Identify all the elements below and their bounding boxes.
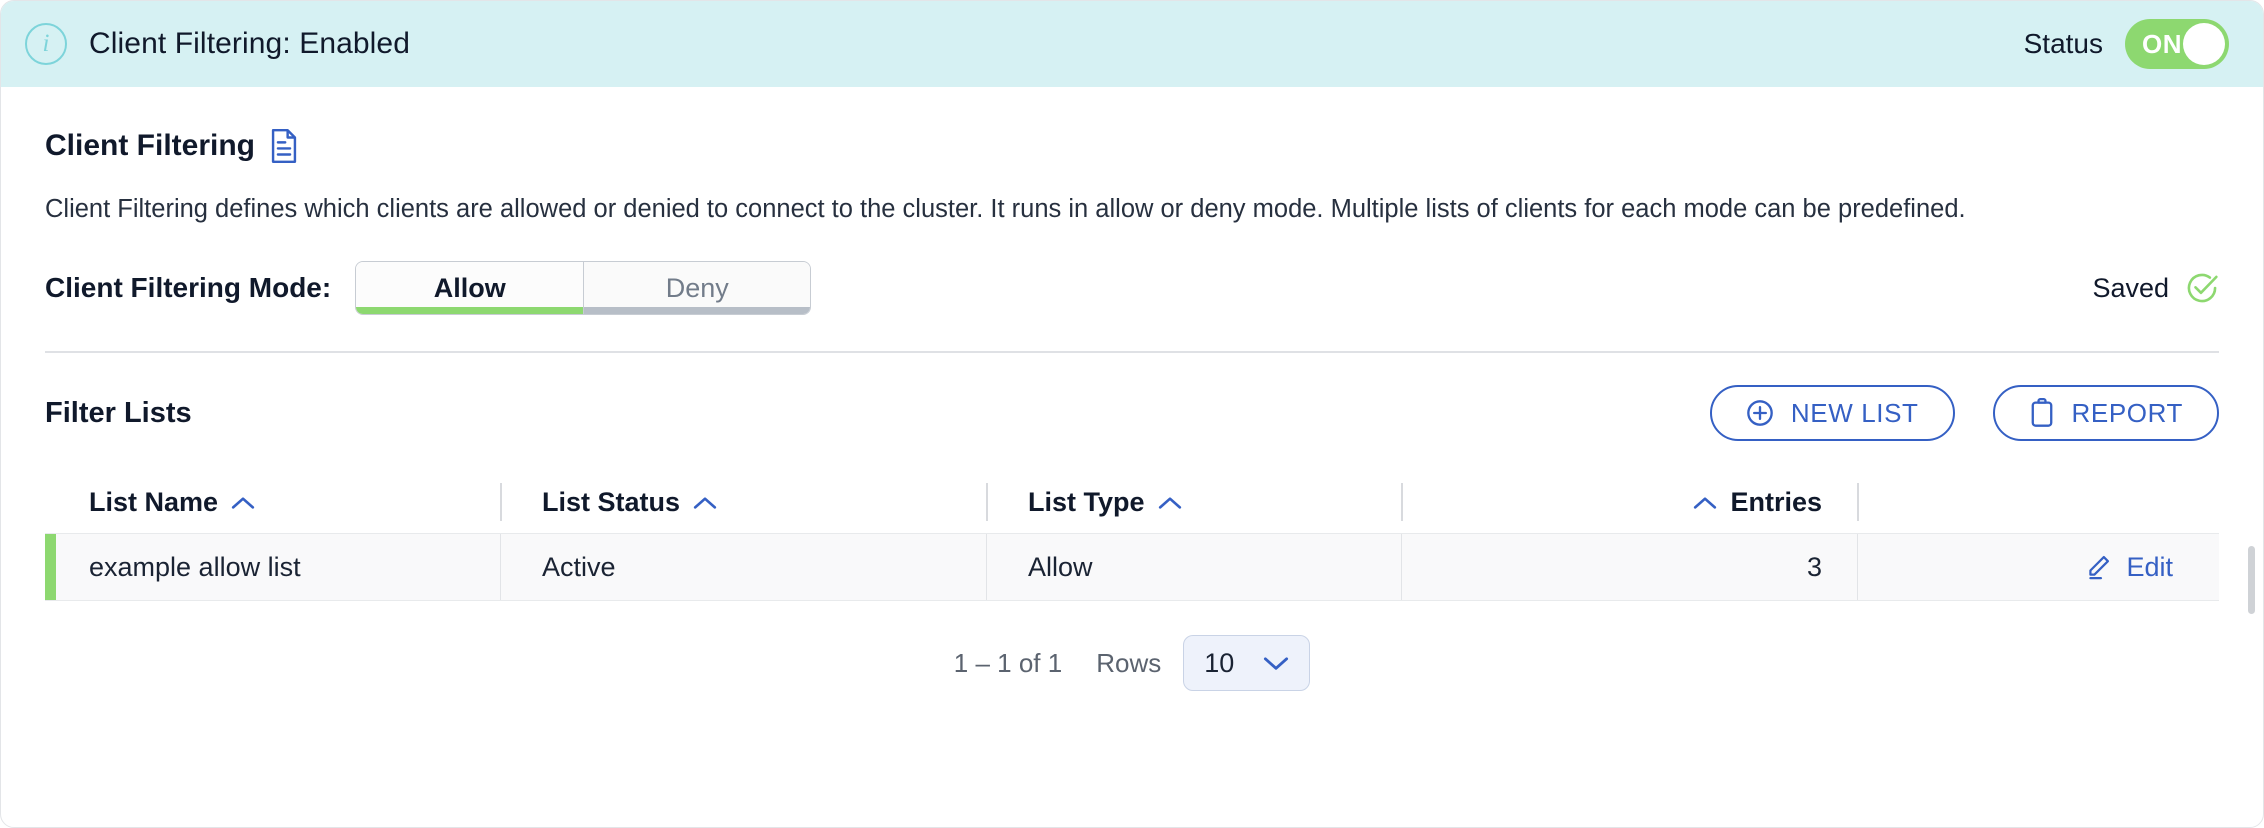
cell-separator [1401, 534, 1402, 600]
info-circle-icon: i [25, 23, 67, 65]
column-header-list-status[interactable]: List Status [500, 471, 986, 533]
column-header-list-type[interactable]: List Type [986, 471, 1401, 533]
column-header-entries[interactable]: Entries [1401, 471, 1857, 533]
vertical-scrollbar[interactable] [2248, 546, 2255, 614]
edit-label: Edit [2126, 552, 2173, 583]
column-label: Entries [1730, 487, 1822, 518]
pencil-icon [2084, 553, 2112, 581]
column-label: List Type [1028, 487, 1145, 518]
chevron-down-icon [1263, 655, 1289, 671]
cell-list-type: Allow [986, 534, 1401, 600]
document-icon[interactable] [269, 129, 299, 163]
filter-lists-title: Filter Lists [45, 397, 192, 430]
report-button[interactable]: REPORT [1993, 385, 2219, 441]
report-label: REPORT [2072, 398, 2183, 429]
column-separator [986, 483, 988, 521]
table-header-row: List Name List Status List Type [45, 471, 2219, 533]
section-divider [45, 351, 2219, 353]
toggle-knob [2183, 23, 2225, 65]
chevron-up-icon [1158, 495, 1182, 510]
new-list-label: NEW LIST [1791, 398, 1919, 429]
banner-title: Client Filtering: Enabled [89, 27, 410, 61]
mode-segmented-control: Allow Deny [355, 261, 811, 315]
rows-per-page-value: 10 [1204, 648, 1234, 679]
client-filtering-panel: i Client Filtering: Enabled Status ON Cl… [0, 0, 2264, 828]
mode-option-allow[interactable]: Allow [356, 262, 583, 314]
pagination: 1 – 1 of 1 Rows 10 [45, 635, 2219, 691]
cell-list-status: Active [500, 534, 986, 600]
chevron-up-icon [1693, 495, 1717, 510]
cell-actions: Edit [1857, 534, 2219, 600]
mode-row: Client Filtering Mode: Allow Deny Saved [45, 261, 2219, 315]
mode-label: Client Filtering Mode: [45, 272, 331, 304]
check-circle-icon [2185, 271, 2219, 305]
filter-lists-header: Filter Lists NEW LIST [45, 385, 2219, 441]
column-label: List Status [542, 487, 680, 518]
column-label: List Name [89, 487, 218, 518]
saved-indicator: Saved [2092, 271, 2219, 305]
status-banner: i Client Filtering: Enabled Status ON [1, 1, 2263, 87]
chevron-up-icon [231, 495, 255, 510]
table-row[interactable]: example allow list Active Allow 3 [45, 533, 2219, 601]
pagination-range: 1 – 1 of 1 [954, 648, 1062, 679]
cell-value: 3 [1807, 552, 1822, 583]
section-description: Client Filtering defines which clients a… [45, 190, 2145, 228]
cell-separator [1857, 534, 1858, 600]
toggle-state-label: ON [2142, 29, 2182, 60]
section-header: Client Filtering [45, 87, 2219, 163]
cell-entries: 3 [1401, 534, 1857, 600]
cell-value: Allow [1028, 552, 1093, 583]
mode-option-deny[interactable]: Deny [583, 262, 810, 314]
status-label: Status [2024, 28, 2103, 60]
cell-list-name: example allow list [45, 534, 500, 600]
column-separator [1401, 483, 1403, 521]
banner-status-group: Status ON [2024, 19, 2229, 69]
filter-lists-actions: NEW LIST REPORT [1710, 385, 2219, 441]
clipboard-icon [2029, 398, 2055, 428]
cell-separator [986, 534, 987, 600]
rows-per-page-select[interactable]: 10 [1183, 635, 1310, 691]
edit-button[interactable]: Edit [2084, 552, 2173, 583]
column-header-actions [1857, 471, 2219, 533]
pagination-rows-label: Rows [1096, 648, 1161, 679]
column-separator [1857, 483, 1859, 521]
chevron-up-icon [693, 495, 717, 510]
column-separator [500, 483, 502, 521]
page-title: Client Filtering [45, 129, 255, 163]
new-list-button[interactable]: NEW LIST [1710, 385, 1955, 441]
column-header-list-name[interactable]: List Name [45, 471, 500, 533]
cell-value: Active [542, 552, 616, 583]
saved-label: Saved [2092, 273, 2169, 304]
cell-separator [500, 534, 501, 600]
filter-lists-table: List Name List Status List Type [45, 471, 2219, 601]
plus-circle-icon [1746, 399, 1774, 427]
status-toggle[interactable]: ON [2125, 19, 2229, 69]
